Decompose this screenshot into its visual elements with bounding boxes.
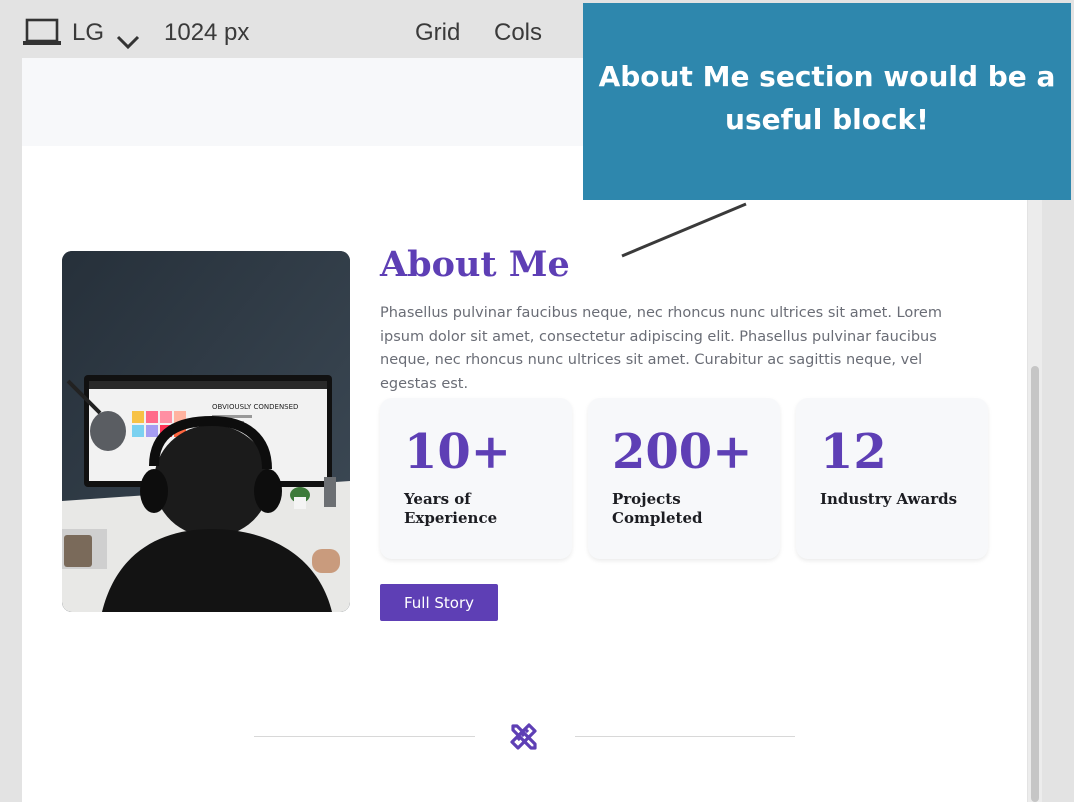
tooltip-text: About Me section would be a useful block…: [598, 60, 1056, 136]
tooltip-callout: About Me section would be a useful block…: [583, 3, 1071, 200]
